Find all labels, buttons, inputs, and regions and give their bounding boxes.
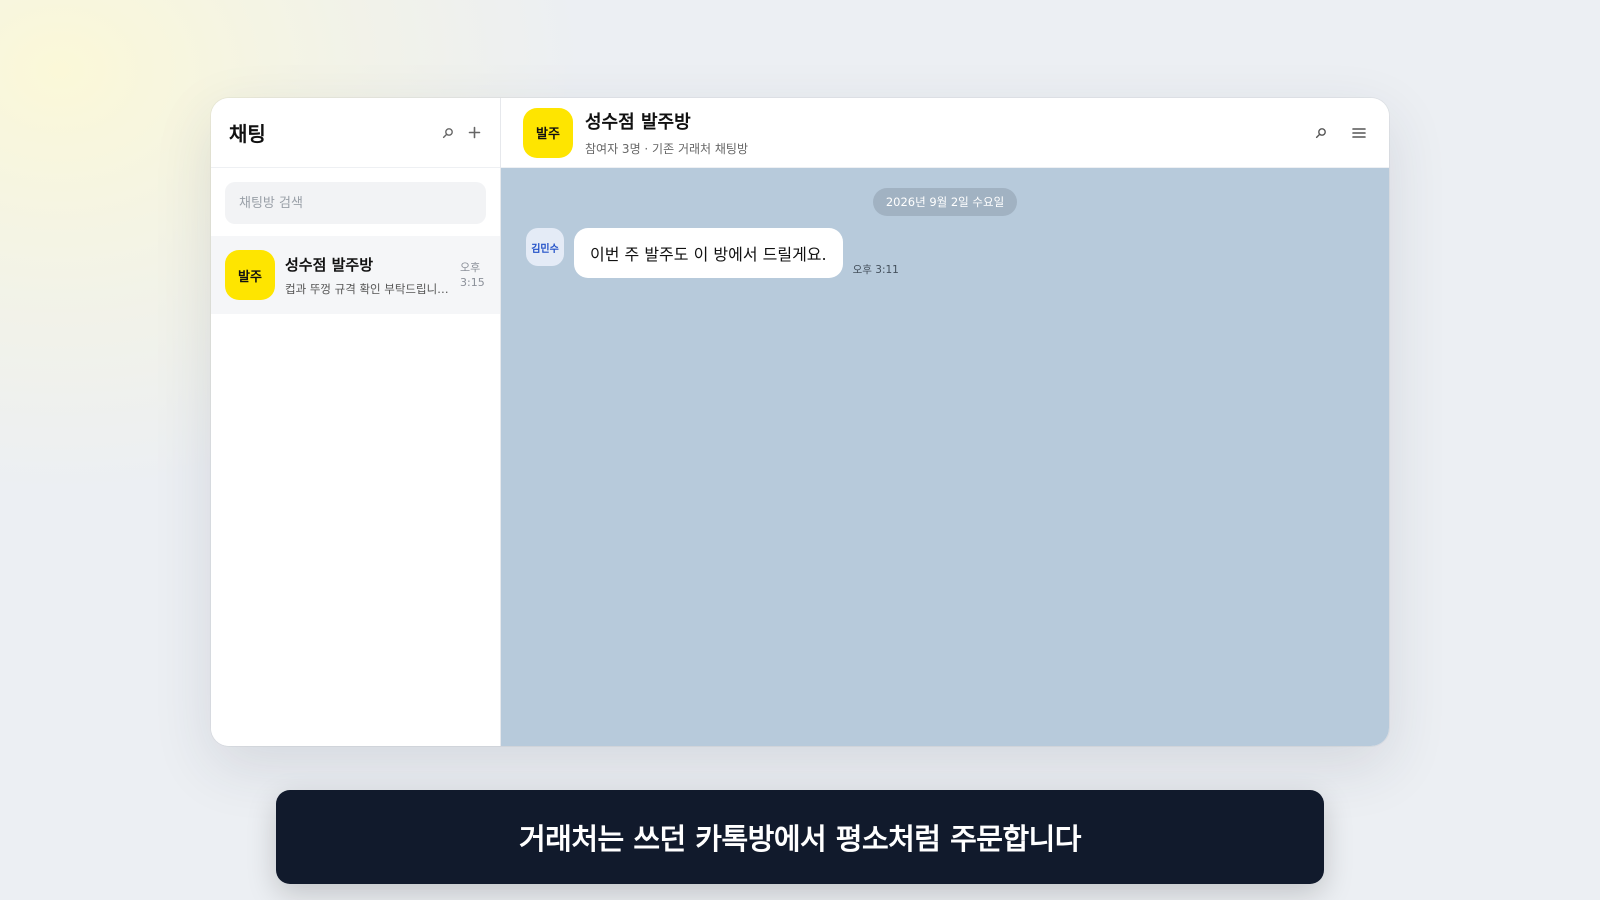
app-window: 채팅 발주 성수점 발주방 컵과 뚜껑 규격 확인 부탁드립니다. 오후 3:1…: [211, 98, 1389, 746]
chat-room-avatar: 발주: [523, 107, 573, 158]
room-last-message: 컵과 뚜껑 규격 확인 부탁드립니다.: [285, 281, 450, 296]
message-row: 김민수 이번 주 발주도 이 방에서 드릴게요. 오후 3:11: [526, 228, 1389, 278]
room-list-item[interactable]: 발주 성수점 발주방 컵과 뚜껑 규격 확인 부탁드립니다. 오후 3:15: [211, 236, 500, 314]
chat-header: 발주 성수점 발주방 참여자 3명 · 기존 거래처 채팅방: [501, 98, 1389, 168]
room-text: 성수점 발주방 컵과 뚜껑 규격 확인 부탁드립니다.: [285, 254, 450, 297]
chat-panel: 발주 성수점 발주방 참여자 3명 · 기존 거래처 채팅방 2026년 9월 …: [501, 98, 1389, 746]
hamburger-menu-icon[interactable]: [1351, 125, 1367, 141]
message-time: 오후 3:11: [852, 264, 899, 276]
room-time-value: 3:15: [460, 276, 485, 289]
message-bubble[interactable]: 이번 주 발주도 이 방에서 드릴게요.: [574, 228, 843, 278]
chat-title: 성수점 발주방: [585, 112, 691, 133]
sidebar-title: 채팅: [229, 122, 266, 146]
chat-title-wrap: 성수점 발주방 참여자 3명 · 기존 거래처 채팅방: [585, 108, 1313, 157]
date-divider: 2026년 9월 2일 수요일: [872, 188, 1018, 216]
room-search-wrap: [211, 168, 500, 236]
room-search-input[interactable]: [225, 182, 486, 224]
chat-header-actions: [1313, 125, 1367, 141]
room-time-period: 오후: [460, 261, 481, 274]
chat-subtitle: 참여자 3명 · 기존 거래처 채팅방: [585, 142, 749, 156]
room-avatar: 발주: [225, 250, 275, 300]
room-time: 오후 3:15: [460, 260, 486, 290]
sidebar: 채팅 발주 성수점 발주방 컵과 뚜껑 규격 확인 부탁드립니다. 오후 3:1…: [211, 98, 501, 746]
caption-banner: 거래처는 쓰던 카톡방에서 평소처럼 주문합니다: [276, 790, 1324, 884]
plus-icon[interactable]: [466, 125, 482, 141]
sidebar-header-actions: [440, 125, 482, 141]
search-icon[interactable]: [440, 125, 456, 141]
message-area[interactable]: 2026년 9월 2일 수요일 김민수 이번 주 발주도 이 방에서 드릴게요.…: [501, 168, 1389, 746]
search-icon[interactable]: [1313, 125, 1329, 141]
sender-avatar[interactable]: 김민수: [526, 228, 564, 266]
sidebar-header: 채팅: [211, 98, 500, 168]
room-name: 성수점 발주방: [285, 255, 374, 274]
